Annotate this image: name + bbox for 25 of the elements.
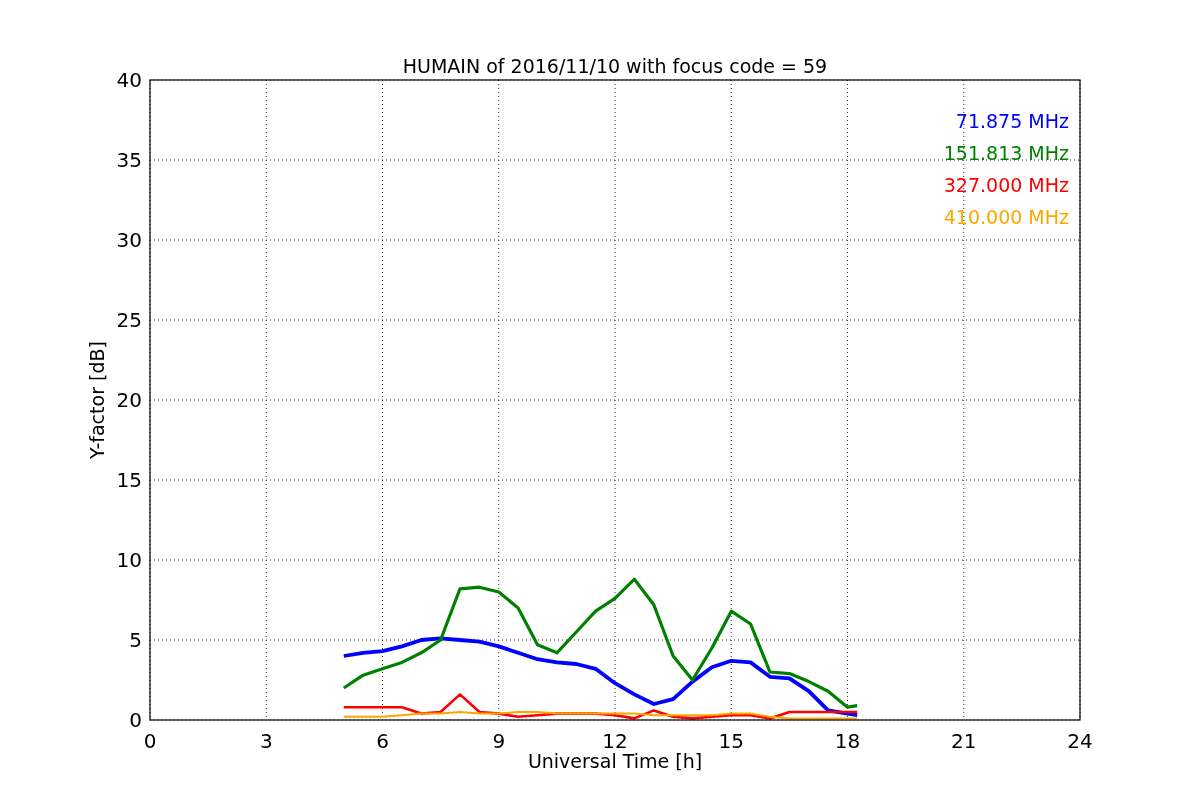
tick-label: 24 bbox=[1067, 729, 1093, 753]
tick-label: 15 bbox=[116, 468, 142, 492]
tick-label: 21 bbox=[951, 729, 977, 753]
tick-label: 15 bbox=[718, 729, 744, 753]
tick-label: 40 bbox=[116, 68, 142, 92]
tick-label: 20 bbox=[116, 388, 142, 412]
tick-label: 18 bbox=[834, 729, 861, 753]
tick-label: 30 bbox=[116, 228, 142, 252]
chart-title: HUMAIN of 2016/11/10 with focus code = 59 bbox=[402, 55, 828, 77]
tick-label: 12 bbox=[602, 729, 628, 753]
legend-label: 327.000 MHz bbox=[943, 174, 1069, 196]
tick-label: 10 bbox=[116, 548, 142, 572]
tick-label: 9 bbox=[492, 729, 506, 753]
y-axis-label: Y-factor [dB] bbox=[86, 341, 108, 459]
legend-label: 151.813 MHz bbox=[943, 142, 1069, 164]
tick-label: 3 bbox=[259, 729, 273, 753]
tick-label: 25 bbox=[116, 308, 142, 332]
tick-label: 5 bbox=[129, 628, 142, 652]
legend-label: 71.875 MHz bbox=[955, 110, 1069, 132]
tick-label: 0 bbox=[143, 729, 157, 753]
tick-label: 0 bbox=[129, 708, 142, 732]
tick-label: 35 bbox=[116, 148, 142, 172]
tick-label: 6 bbox=[376, 729, 389, 753]
x-axis-label: Universal Time [h] bbox=[527, 750, 703, 772]
legend-label: 410.000 MHz bbox=[943, 206, 1069, 228]
